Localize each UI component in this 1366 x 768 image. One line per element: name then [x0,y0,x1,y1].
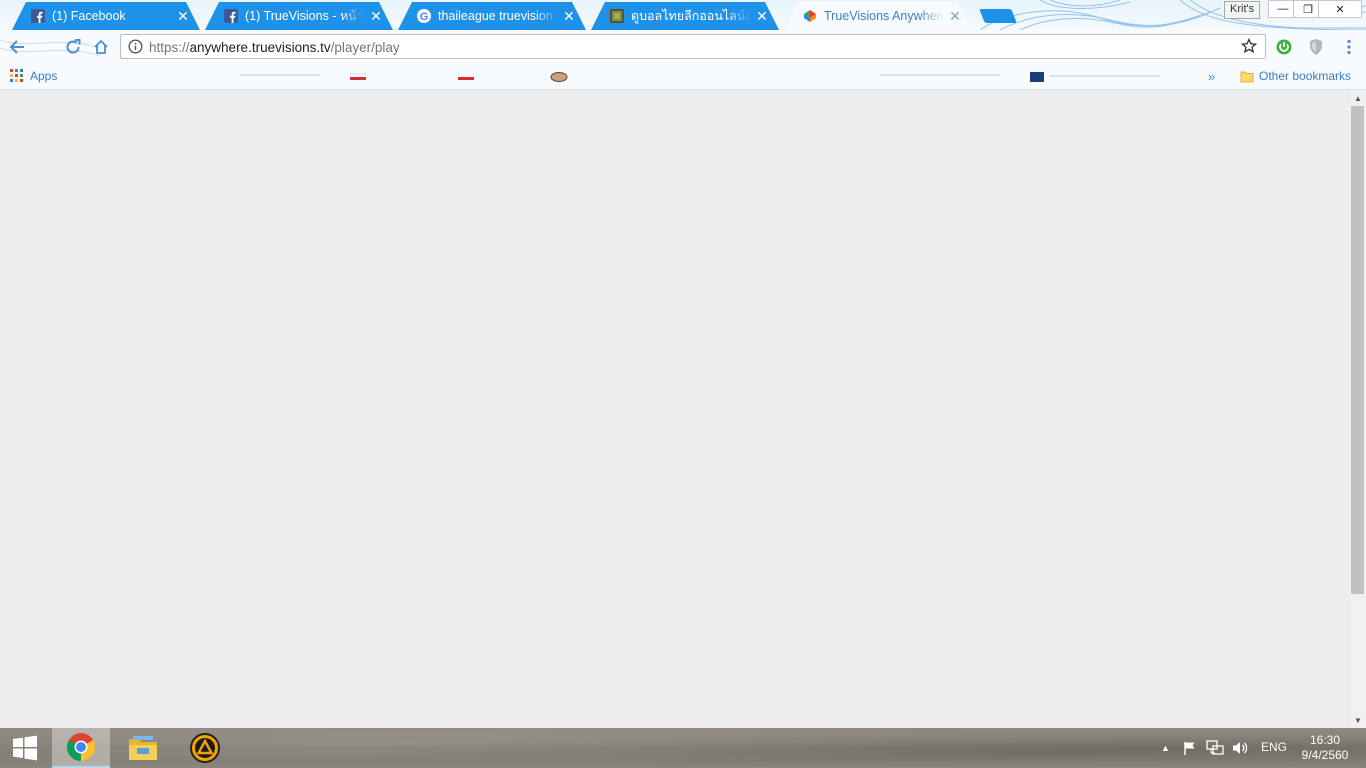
tab-title: thaileague truevision anywhere [438,9,558,23]
tab-truevisions-anywhere[interactable]: TrueVisions Anywhere: TrueVisions ✕ [784,2,972,30]
page-content [0,90,1350,728]
apps-shortcut[interactable]: Apps [10,68,57,84]
home-button[interactable] [90,36,112,58]
profile-button[interactable]: Krit's [1224,1,1261,19]
chrome-icon [67,733,95,761]
bookmarks-overflow-button[interactable]: » [1208,68,1215,84]
tab-title: ดูบอลไทยลีกออนไลน์ถูกลิขสิทธิ์ [631,9,751,23]
vertical-scrollbar[interactable]: ▲ ▼ [1350,90,1366,728]
apps-grid-icon [10,69,23,82]
back-arrow-icon [9,40,24,54]
google-icon: G [416,8,432,24]
minimize-icon: — [1277,3,1289,15]
scroll-up-arrow-icon[interactable]: ▲ [1350,90,1366,106]
tab-title: (1) Facebook [52,9,126,23]
other-bookmarks-folder[interactable]: Other bookmarks [1240,68,1351,84]
bookmark-item[interactable] [458,68,474,84]
restore-icon: ❐ [1303,3,1313,16]
tab-thai-league-site[interactable]: ดูบอลไทยลีกออนไลน์ถูกลิขสิทธิ์ ✕ [591,2,779,30]
reload-icon [66,39,81,54]
windows-taskbar: ▲ ENG 16:30 9/4/2560 [0,728,1366,768]
tab-close-icon[interactable]: ✕ [562,9,576,23]
windows-start-icon [13,735,37,761]
bookmark-item[interactable] [1030,68,1160,84]
aimp-icon [190,733,220,763]
bookmark-favicon-icon [350,73,366,80]
site-icon [609,8,625,24]
kebab-menu-icon [1347,39,1351,55]
volume-icon[interactable] [1231,740,1249,759]
shield-icon [1310,39,1322,55]
bookmark-item[interactable] [550,68,568,84]
tab-close-icon[interactable]: ✕ [948,9,962,23]
scrollbar-thumb[interactable] [1351,106,1364,594]
svg-text:G: G [420,11,429,23]
folder-icon [1240,71,1254,83]
shield-extension-button[interactable] [1305,36,1327,58]
bookmark-item[interactable] [240,74,320,76]
file-explorer-icon [129,736,157,760]
scroll-down-arrow-icon[interactable]: ▼ [1350,712,1366,728]
tab-close-icon[interactable]: ✕ [755,9,769,23]
bookmark-favicon-icon [1030,72,1044,82]
action-center-flag-icon[interactable] [1182,740,1198,759]
site-info-icon[interactable] [128,39,143,57]
other-bookmarks-label: Other bookmarks [1259,69,1352,83]
network-icon[interactable] [1206,740,1224,759]
truevisions-icon [802,8,818,24]
taskbar-chrome[interactable] [52,728,110,768]
url-text[interactable]: https://anywhere.truevisions.tv/player/p… [149,40,400,55]
address-bar[interactable]: https://anywhere.truevisions.tv/player/p… [120,34,1266,59]
extension-button[interactable] [1273,36,1295,58]
clock-time: 16:30 [1309,733,1341,747]
back-button[interactable] [6,36,28,58]
tab-title: TrueVisions Anywhere: TrueVisions [824,9,944,23]
clock-date: 9/4/2560 [1301,748,1349,762]
start-button[interactable] [0,728,50,768]
taskbar-aimp[interactable] [176,728,234,768]
show-hidden-icons-button[interactable]: ▲ [1161,743,1170,753]
close-icon: ✕ [1335,3,1345,16]
bookmark-item[interactable] [350,68,366,84]
taskbar-file-explorer[interactable] [114,728,172,768]
tab-google-search[interactable]: G thaileague truevision anywhere ✕ [398,2,586,30]
menu-button[interactable] [1338,36,1360,58]
browser-toolbar: https://anywhere.truevisions.tv/player/p… [0,30,1366,63]
reload-button[interactable] [62,36,84,58]
tab-facebook[interactable]: (1) Facebook ✕ [12,2,200,30]
bookmark-favicon-icon [550,72,568,82]
apps-label: Apps [30,69,58,83]
bookmark-item[interactable] [880,74,1000,76]
taskbar-clock[interactable]: 16:30 9/4/2560 [1296,733,1354,763]
tab-close-icon[interactable]: ✕ [369,9,383,23]
input-language-indicator[interactable]: ENG [1261,740,1287,754]
close-window-button[interactable]: ✕ [1318,0,1362,18]
tab-title: (1) TrueVisions - หน้าหลัก [245,9,365,23]
bookmark-star-icon[interactable] [1240,37,1258,57]
power-extension-icon [1276,39,1292,55]
home-icon [94,39,108,54]
facebook-icon [223,8,239,24]
new-tab-button[interactable] [979,9,1017,23]
tab-truevisions-facebook[interactable]: (1) TrueVisions - หน้าหลัก ✕ [205,2,393,30]
tab-strip: (1) Facebook ✕ (1) TrueVisions - หน้าหลั… [0,0,1366,30]
bookmarks-bar: Apps » Other bookmarks [0,63,1366,90]
facebook-icon [30,8,46,24]
bookmark-favicon-icon [458,77,474,80]
tab-close-icon[interactable]: ✕ [176,9,190,23]
